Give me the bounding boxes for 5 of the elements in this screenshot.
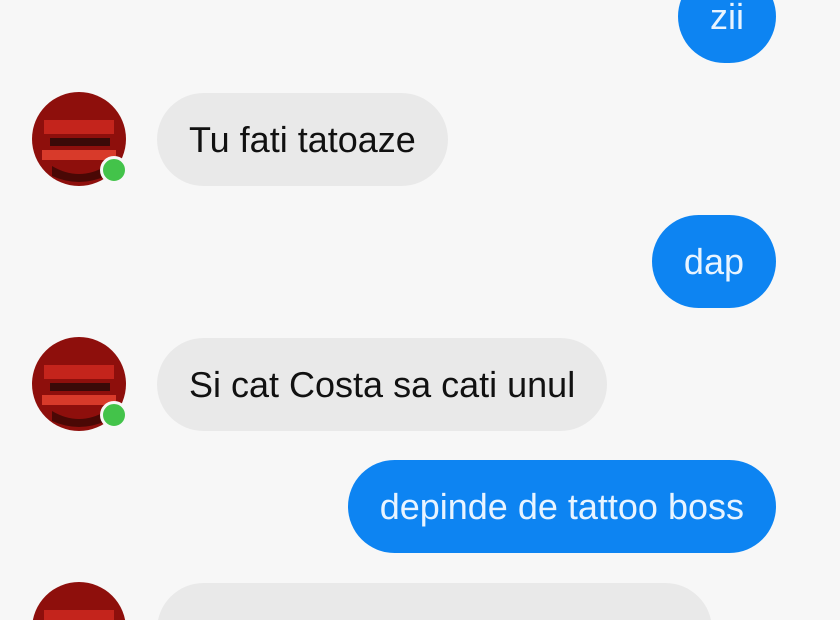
received-message: Si cat Costa sa cati unul (157, 338, 608, 430)
sent-message: zii (678, 0, 776, 63)
received-message: Tu fati tatoaze (157, 92, 448, 186)
sent-message: depinde de tattoo boss (348, 460, 776, 553)
sent-message: dap (652, 215, 776, 308)
